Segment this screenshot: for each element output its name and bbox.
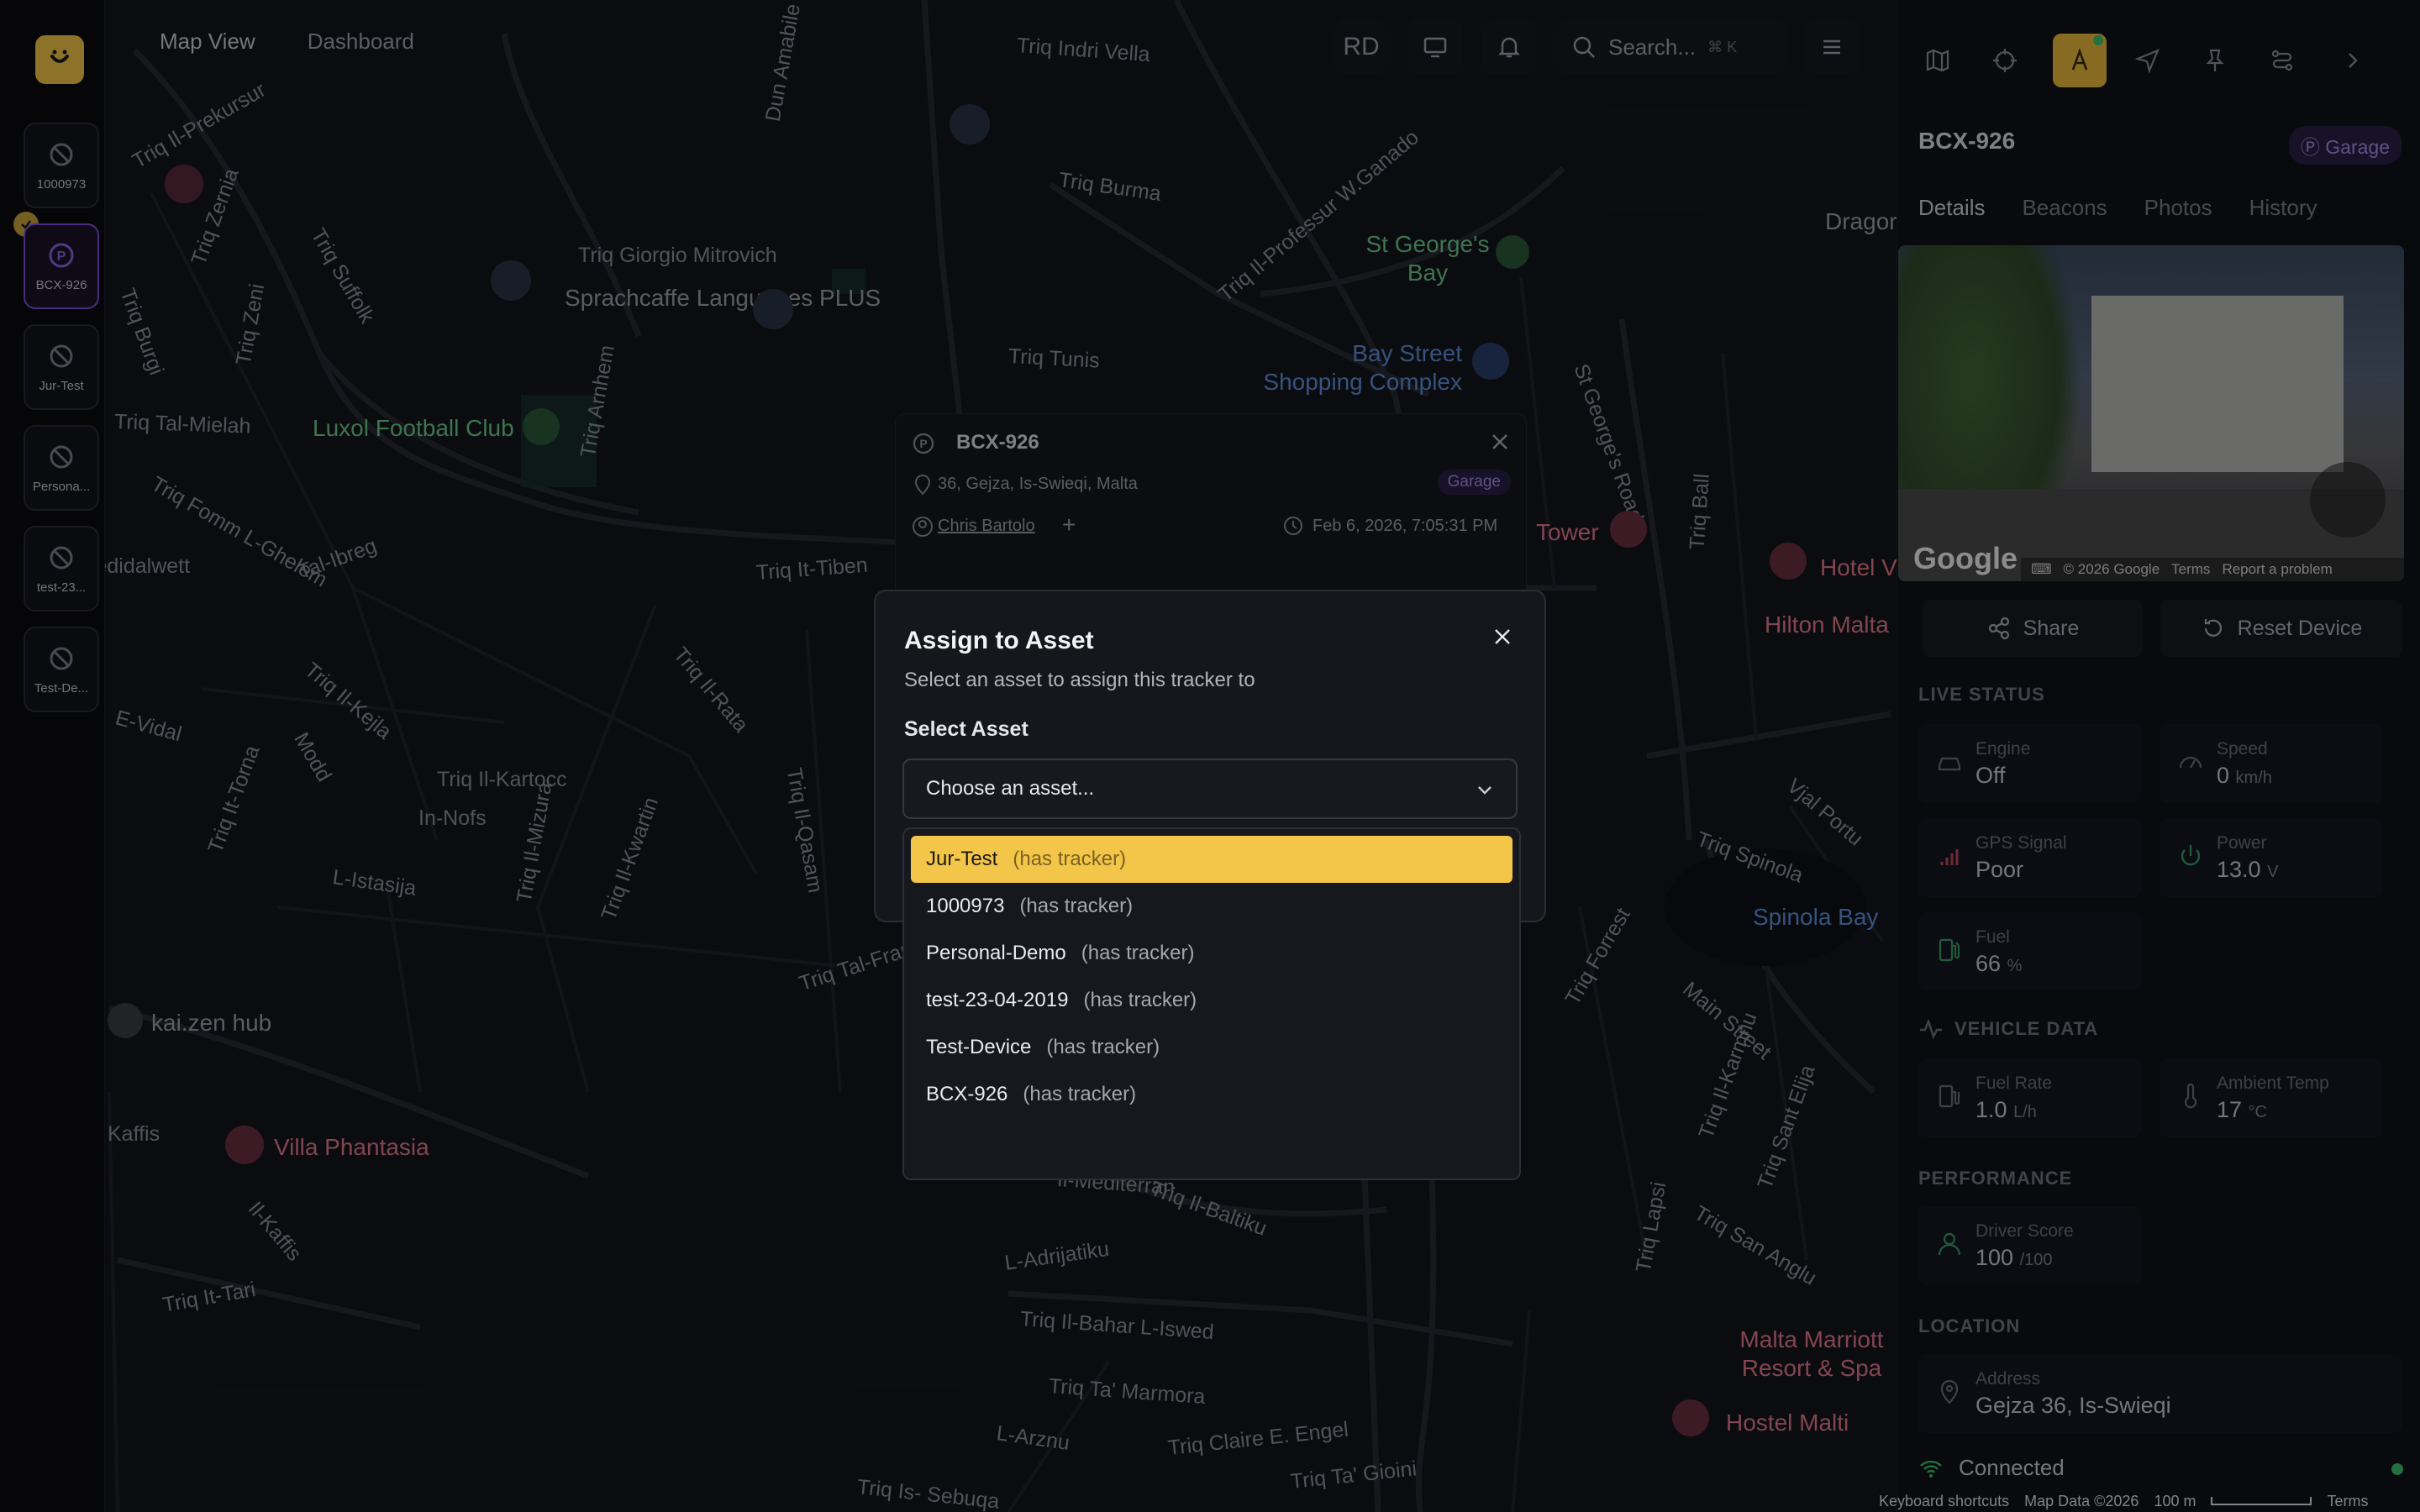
app-root: Triq Indri Vella Triq Burma Triq Giorgio…	[0, 0, 2420, 1512]
asset-select-value: Choose an asset...	[926, 777, 1095, 800]
close-icon	[1495, 629, 1510, 644]
modal-title: Assign to Asset	[904, 627, 1094, 654]
option-name: 1000973	[926, 895, 1005, 917]
option-hint: (has tracker)	[1013, 848, 1127, 870]
keyboard-shortcuts-link[interactable]: Keyboard shortcuts	[1879, 1493, 2009, 1510]
option-hint: (has tracker)	[1083, 989, 1197, 1011]
option-hint: (has tracker)	[1023, 1083, 1137, 1105]
map-attribution: Keyboard shortcuts Map Data ©2026 100 m …	[1879, 1490, 2420, 1512]
asset-select[interactable]: Choose an asset...	[902, 759, 1518, 819]
select-asset-label: Select Asset	[904, 717, 1028, 741]
scale-bar	[2211, 1497, 2312, 1505]
option-hint: (has tracker)	[1081, 942, 1195, 964]
asset-option-jur-test[interactable]: Jur-Test (has tracker)	[911, 836, 1512, 883]
modal-subtitle: Select an asset to assign this tracker t…	[904, 669, 1255, 691]
map-data-text: Map Data ©2026	[2024, 1492, 2139, 1509]
modal-close-button[interactable]	[1486, 620, 1519, 654]
asset-option-personal-demo[interactable]: Personal-Demo (has tracker)	[911, 930, 1512, 977]
option-name: test-23-04-2019	[926, 989, 1069, 1011]
option-name: BCX-926	[926, 1083, 1008, 1105]
map-terms-link[interactable]: Terms	[2327, 1493, 2368, 1510]
option-hint: (has tracker)	[1019, 895, 1134, 917]
asset-option-test-device[interactable]: Test-Device (has tracker)	[911, 1024, 1512, 1071]
asset-option-bcx-926[interactable]: BCX-926 (has tracker)	[911, 1071, 1512, 1118]
chevron-down-icon	[1478, 786, 1491, 795]
asset-option-1000973[interactable]: 1000973 (has tracker)	[911, 883, 1512, 930]
asset-dropdown-list: Jur-Test (has tracker) 1000973 (has trac…	[902, 827, 1521, 1180]
scale-text: 100 m	[2154, 1492, 2196, 1509]
option-hint: (has tracker)	[1046, 1036, 1160, 1058]
asset-option-test-23-04-2019[interactable]: test-23-04-2019 (has tracker)	[911, 977, 1512, 1024]
option-name: Test-Device	[926, 1036, 1032, 1058]
option-name: Personal-Demo	[926, 942, 1066, 964]
option-name: Jur-Test	[926, 848, 998, 870]
